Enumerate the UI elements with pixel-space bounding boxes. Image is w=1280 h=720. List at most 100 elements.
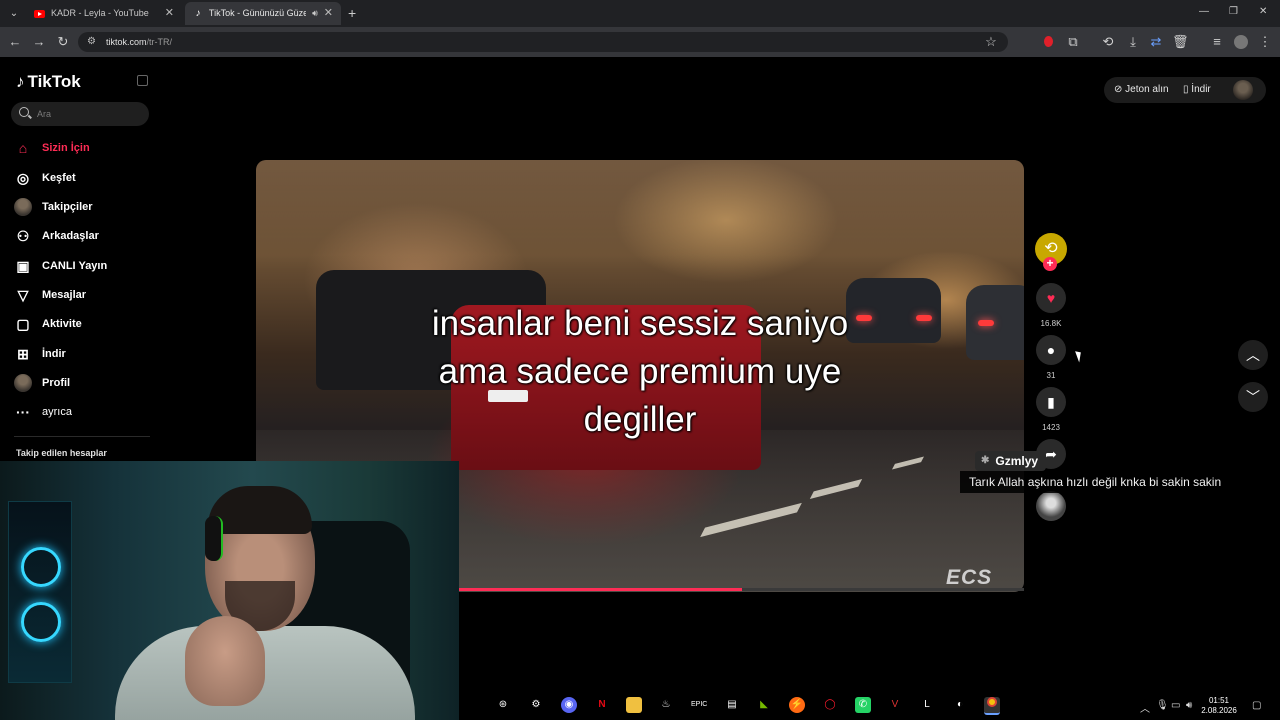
video-watermark: ECS [946, 566, 993, 589]
nav-label: Aktivite [42, 318, 82, 330]
tiktok-logo-icon: ♪ [16, 72, 25, 91]
microphone-icon[interactable]: 🎙︎ [1156, 700, 1169, 711]
league-icon[interactable]: L [919, 697, 935, 713]
collapse-sidebar-icon[interactable] [137, 75, 148, 86]
translate-icon[interactable]: ⇄ [1148, 34, 1164, 50]
building-facade [256, 160, 1024, 270]
nav-item-activity[interactable]: ▢ Aktivite [14, 313, 82, 335]
video-caption: insanlar beni sessiz saniyo ama sadece p… [256, 300, 1024, 444]
nav-item-for-you[interactable]: ⌂ Sizin İçin [14, 137, 90, 159]
chat-username: Gzmlyy [995, 454, 1039, 468]
settings-gear-icon[interactable]: ⚙ [528, 697, 544, 713]
reading-list-icon[interactable]: ≡ [1209, 34, 1225, 50]
tray-overflow-icon[interactable]: ︿ [1140, 700, 1150, 715]
minimize-icon[interactable]: — [1199, 6, 1209, 17]
obs-icon[interactable]: ◐ [952, 697, 968, 713]
download-app-button[interactable]: ▯ İndir [1183, 84, 1211, 95]
search-input[interactable] [11, 102, 149, 126]
nav-item-live[interactable]: ▣ CANLI Yayın [14, 255, 107, 277]
address-bar[interactable] [78, 32, 1008, 52]
save-button[interactable]: ▮ [1036, 387, 1066, 417]
nvidia-icon[interactable]: ◣ [756, 697, 772, 713]
close-window-icon[interactable]: ✕ [1259, 6, 1267, 17]
music-disc-icon[interactable] [1036, 491, 1066, 521]
url-path: /tr-TR/ [146, 37, 173, 47]
live-tv-icon: ▣ [16, 258, 30, 274]
nav-label: Sizin İçin [42, 142, 90, 154]
url-text[interactable]: tiktok.com/tr-TR/ [106, 37, 172, 47]
nav-item-download[interactable]: ⊞ İndir [14, 343, 66, 365]
app-icon[interactable]: ▤ [724, 697, 740, 713]
send-icon: ▽ [17, 287, 29, 303]
tiktok-icon: ♪ [195, 7, 201, 19]
menu-icon[interactable]: ⋮ [1257, 34, 1273, 50]
caption-line: insanlar beni sessiz saniyo [431, 304, 849, 343]
valorant-icon[interactable]: V [887, 697, 903, 713]
tab-tiktok[interactable]: ♪ TikTok - Gününüzü Güzelleş 🔊︎ ✕ [185, 2, 341, 25]
nav-item-explore[interactable]: ◎ Keşfet [14, 167, 76, 189]
search-placeholder: Ara [37, 109, 52, 119]
reload-icon[interactable]: ↻ [55, 34, 71, 50]
tiktok-logo[interactable]: ♪ TikTok [16, 72, 81, 92]
phone-icon: ▯ [1183, 84, 1189, 95]
netflix-icon[interactable]: N [594, 697, 610, 713]
epic-games-icon[interactable]: EPIC [691, 697, 707, 713]
next-video-button[interactable]: ﹀ [1238, 382, 1268, 412]
extension-icon[interactable] [1044, 36, 1053, 47]
trash-icon[interactable]: 🗑︎ [1172, 34, 1189, 50]
youtube-icon [34, 9, 45, 18]
nav-label: ayrıca [42, 406, 72, 418]
video-progress-fill [459, 588, 742, 591]
mouse-cursor-icon [1075, 349, 1084, 363]
nav-item-messages[interactable]: ▽ Mesajlar [14, 284, 86, 306]
like-button[interactable]: ♥ [1036, 283, 1066, 313]
previous-video-button[interactable]: ︿ [1238, 340, 1268, 370]
whatsapp-icon[interactable]: ✆ [855, 697, 871, 713]
speaker-icon[interactable]: 🔊︎ [312, 2, 318, 25]
folder-icon[interactable] [626, 697, 642, 713]
new-tab-button[interactable]: + [348, 5, 356, 21]
comment-button[interactable]: ● [1036, 335, 1066, 365]
bookmark-star-icon[interactable]: ☆ [983, 34, 999, 50]
back-icon[interactable]: ← [7, 34, 23, 50]
url-domain: tiktok.com [106, 37, 147, 47]
tab-search-icon[interactable]: ⌄ [6, 6, 22, 22]
brave-icon[interactable]: ⚡ [789, 697, 805, 713]
more-icon: ··· [16, 404, 30, 420]
close-tab-icon[interactable]: ✕ [165, 2, 174, 25]
history-icon[interactable]: ⟲ [1100, 34, 1116, 50]
nav-item-profile[interactable]: Profil [14, 372, 70, 394]
puzzle-icon[interactable]: ⧉ [1065, 34, 1081, 50]
browser-profile-avatar[interactable] [1234, 35, 1248, 49]
discord-icon[interactable]: ◉ [561, 697, 577, 713]
site-info-icon[interactable]: ⚙ [87, 36, 96, 47]
profile-avatar[interactable] [1233, 80, 1253, 100]
bookmark-icon: ▮ [1047, 394, 1055, 410]
forward-icon[interactable]: → [31, 34, 47, 50]
nav-item-friends[interactable]: ⚇ Arkadaşlar [14, 225, 99, 247]
follow-plus-icon[interactable]: + [1043, 257, 1057, 271]
close-tab-icon[interactable]: ✕ [324, 2, 333, 25]
volume-icon[interactable]: 🔊︎ [1186, 700, 1192, 711]
clock[interactable]: 01:51 2.08.2026 [1201, 696, 1237, 716]
caption-line: ama sadece premium uye [438, 352, 842, 391]
steam-client-icon[interactable]: ♨ [658, 697, 674, 713]
steam-icon[interactable]: ⊛ [495, 697, 511, 713]
nav-item-following[interactable]: Takipçiler [14, 196, 93, 218]
opera-icon[interactable]: ◯ [822, 697, 838, 713]
pc-case [8, 501, 72, 683]
following-accounts-header: Takip edilen hesaplar [16, 448, 107, 458]
network-icon[interactable]: ▭ [1171, 700, 1180, 711]
sidebar-divider [14, 436, 150, 437]
restore-icon[interactable]: ❐ [1229, 6, 1238, 17]
tab-youtube[interactable]: KADR - Leyla - YouTube ✕ [26, 2, 182, 25]
home-icon: ⌂ [18, 140, 28, 156]
download-icon[interactable]: ⤓ [1125, 34, 1141, 50]
chrome-icon[interactable] [984, 697, 1000, 715]
get-coins-button[interactable]: ⊘ Jeton alın [1114, 84, 1169, 95]
notifications-icon[interactable]: ▢ [1252, 700, 1261, 711]
heart-icon: ♥ [1046, 290, 1056, 306]
nav-item-more[interactable]: ··· ayrıca [14, 401, 72, 423]
nav-label: CANLI Yayın [42, 260, 108, 272]
nav-label: İndir [42, 348, 66, 360]
